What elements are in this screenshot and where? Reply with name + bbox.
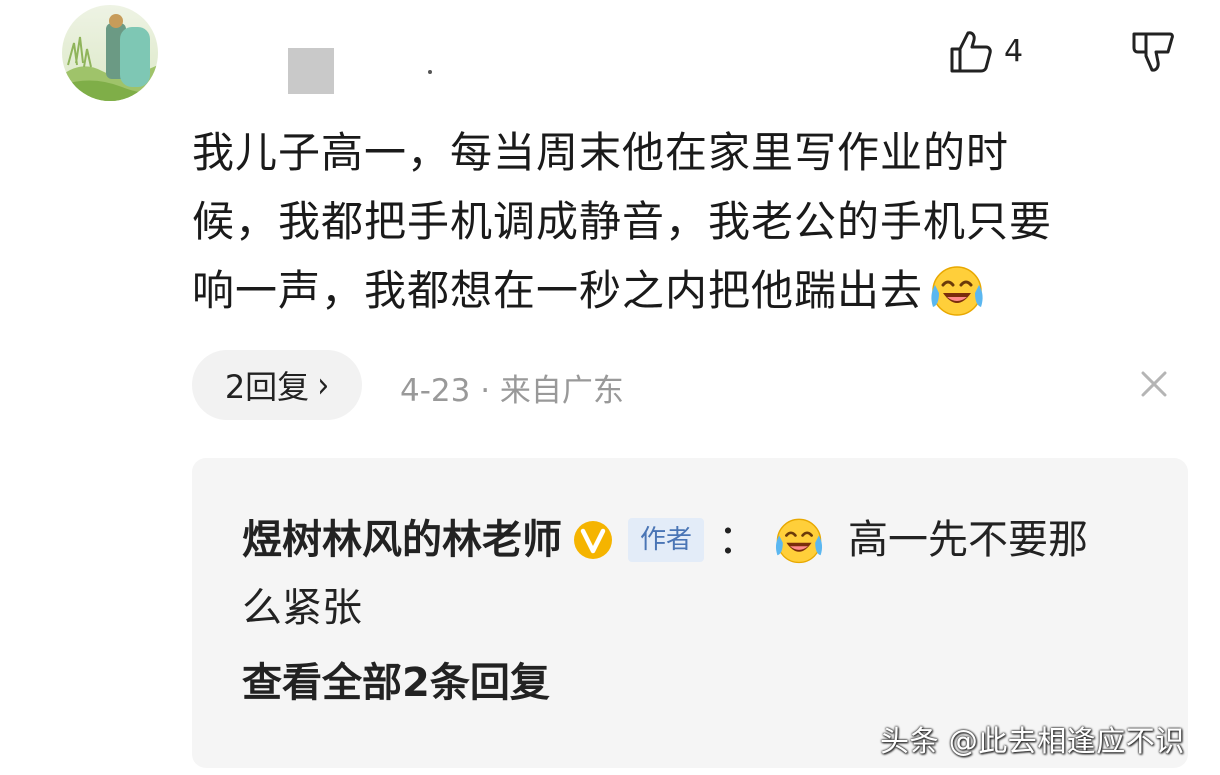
reply-count-label: 2回复 [224, 368, 310, 406]
comment-line: 我儿子高一，每当周末他在家里写作业的时 [192, 128, 1010, 177]
dismiss-button[interactable] [1138, 368, 1170, 400]
separator-dot [428, 70, 432, 74]
verified-v-badge-icon [574, 521, 612, 559]
comment-line: 响一声，我都想在一秒之内把他踹出去 [192, 256, 1192, 325]
reply-text-continued: 么紧张 [242, 585, 362, 631]
reply-first-line: 煜树林风的林老师 作者 ： 高一先不要那 [242, 510, 1088, 570]
author-tag: 作者 [628, 518, 705, 562]
chevron-right-icon: › [317, 364, 330, 406]
replies-button[interactable]: 2回复 › [192, 350, 362, 420]
like-count: 4 [1004, 34, 1024, 69]
like-button[interactable]: 4 [948, 28, 1023, 76]
username-redacted [288, 48, 334, 94]
thumbs-up-icon [950, 31, 992, 73]
comment-meta: 4-23 · 来自广东 [400, 373, 624, 409]
reply-author-name[interactable]: 煜树林风的林老师 [242, 510, 562, 570]
comment-line: 候，我都把手机调成静音，我老公的手机只要 [192, 197, 1053, 246]
laughing-crying-emoji-icon [775, 518, 823, 564]
comment-line-text: 响一声，我都想在一秒之内把他踹出去 [192, 266, 924, 315]
close-icon [1141, 371, 1167, 397]
laughing-crying-emoji-icon [931, 265, 983, 316]
view-all-replies-link[interactable]: 查看全部2条回复 [242, 653, 550, 713]
dislike-button[interactable] [1130, 28, 1174, 76]
thumbs-down-icon [1132, 32, 1174, 72]
reply-text: 高一先不要那 [848, 517, 1089, 563]
comment-body: 我儿子高一，每当周末他在家里写作业的时 候，我都把手机调成静音，我老公的手机只要… [192, 118, 1192, 325]
watermark: 头条 @此去相逢应不识 [880, 724, 1185, 758]
colon: ： [718, 517, 759, 563]
avatar-image [62, 5, 158, 101]
avatar[interactable] [62, 5, 158, 101]
